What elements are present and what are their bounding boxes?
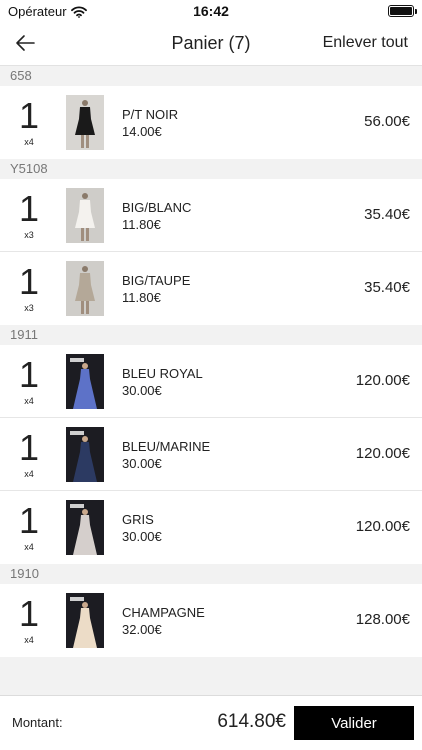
product-thumbnail — [66, 593, 104, 648]
product-thumbnail — [66, 427, 104, 482]
item-unit-price: 30.00€ — [122, 456, 162, 471]
item-quantity[interactable]: 1 — [0, 96, 58, 136]
pack-size: x4 — [24, 635, 34, 645]
cart-item-row[interactable]: 1 x3 BIG/TAUPE 11.80€ 35.40€ — [0, 252, 422, 325]
status-bar: Opérateur 16:42 — [0, 0, 422, 22]
pack-size: x4 — [24, 469, 34, 479]
item-quantity[interactable]: 1 — [0, 428, 58, 468]
amount-total: 614.80€ — [217, 711, 286, 732]
section-header: Y5108 — [0, 159, 422, 179]
section-header: 1910 — [0, 564, 422, 584]
item-total: 56.00€ — [364, 113, 410, 130]
validate-button[interactable]: Valider — [294, 706, 414, 740]
item-name: BLEU ROYAL — [122, 366, 203, 381]
item-total: 120.00€ — [355, 518, 410, 535]
product-thumbnail — [66, 500, 104, 555]
pack-size: x3 — [24, 230, 34, 240]
item-total: 35.40€ — [364, 206, 410, 223]
item-quantity[interactable]: 1 — [0, 501, 58, 541]
item-unit-price: 11.80€ — [122, 217, 161, 232]
amount-label: Montant: — [12, 715, 63, 730]
product-thumbnail — [66, 95, 104, 150]
item-name: BLEU/MARINE — [122, 439, 211, 454]
cart-item-row[interactable]: 1 x4 BLEU ROYAL 30.00€ 120.00€ — [0, 345, 422, 418]
item-quantity[interactable]: 1 — [0, 262, 58, 302]
cart-item-row[interactable]: 1 x4 GRIS 30.00€ 120.00€ — [0, 491, 422, 564]
item-unit-price: 14.00€ — [122, 124, 162, 139]
pack-size: x4 — [24, 396, 34, 406]
item-unit-price: 32.00€ — [122, 622, 162, 637]
item-unit-price: 30.00€ — [122, 529, 162, 544]
battery-icon — [388, 5, 417, 17]
section-header: 1911 — [0, 325, 422, 345]
product-thumbnail — [66, 354, 104, 409]
pack-size: x4 — [24, 137, 34, 147]
item-quantity[interactable]: 1 — [0, 355, 58, 395]
item-name: CHAMPAGNE — [122, 605, 205, 620]
item-name: GRIS — [122, 512, 154, 527]
cart-item-row[interactable]: 1 x4 BLEU/MARINE 30.00€ 120.00€ — [0, 418, 422, 491]
item-total: 128.00€ — [355, 611, 410, 628]
item-name: P/T NOIR — [122, 107, 179, 122]
cart-item-row[interactable]: 1 x4 CHAMPAGNE 32.00€ 128.00€ — [0, 584, 422, 657]
item-unit-price: 30.00€ — [122, 383, 162, 398]
status-time: 16:42 — [193, 3, 229, 19]
cart-list: 658 1 x4 P/T NOIR 14.00€ 56.00€ Y5108 1 x3 BIG/BL… — [0, 66, 422, 657]
item-name: BIG/BLANC — [122, 200, 192, 215]
item-total: 120.00€ — [355, 445, 410, 462]
clear-all-button[interactable]: Enlever tout — [323, 34, 408, 52]
item-name: BIG/TAUPE — [122, 273, 191, 288]
section-header: 658 — [0, 66, 422, 86]
item-total: 35.40€ — [364, 279, 410, 296]
item-quantity[interactable]: 1 — [0, 189, 58, 229]
pack-size: x4 — [24, 542, 34, 552]
product-thumbnail — [66, 188, 104, 243]
product-thumbnail — [66, 261, 104, 316]
cart-item-row[interactable]: 1 x3 BIG/BLANC 11.80€ 35.40€ — [0, 179, 422, 252]
item-quantity[interactable]: 1 — [0, 594, 58, 634]
item-unit-price: 11.80€ — [122, 290, 161, 305]
nav-bar: Panier (7) Enlever tout — [0, 22, 422, 66]
checkout-footer: Montant: 614.80€ Valider — [0, 695, 422, 750]
pack-size: x3 — [24, 303, 34, 313]
cart-item-row[interactable]: 1 x4 P/T NOIR 14.00€ 56.00€ — [0, 86, 422, 159]
item-total: 120.00€ — [355, 372, 410, 389]
